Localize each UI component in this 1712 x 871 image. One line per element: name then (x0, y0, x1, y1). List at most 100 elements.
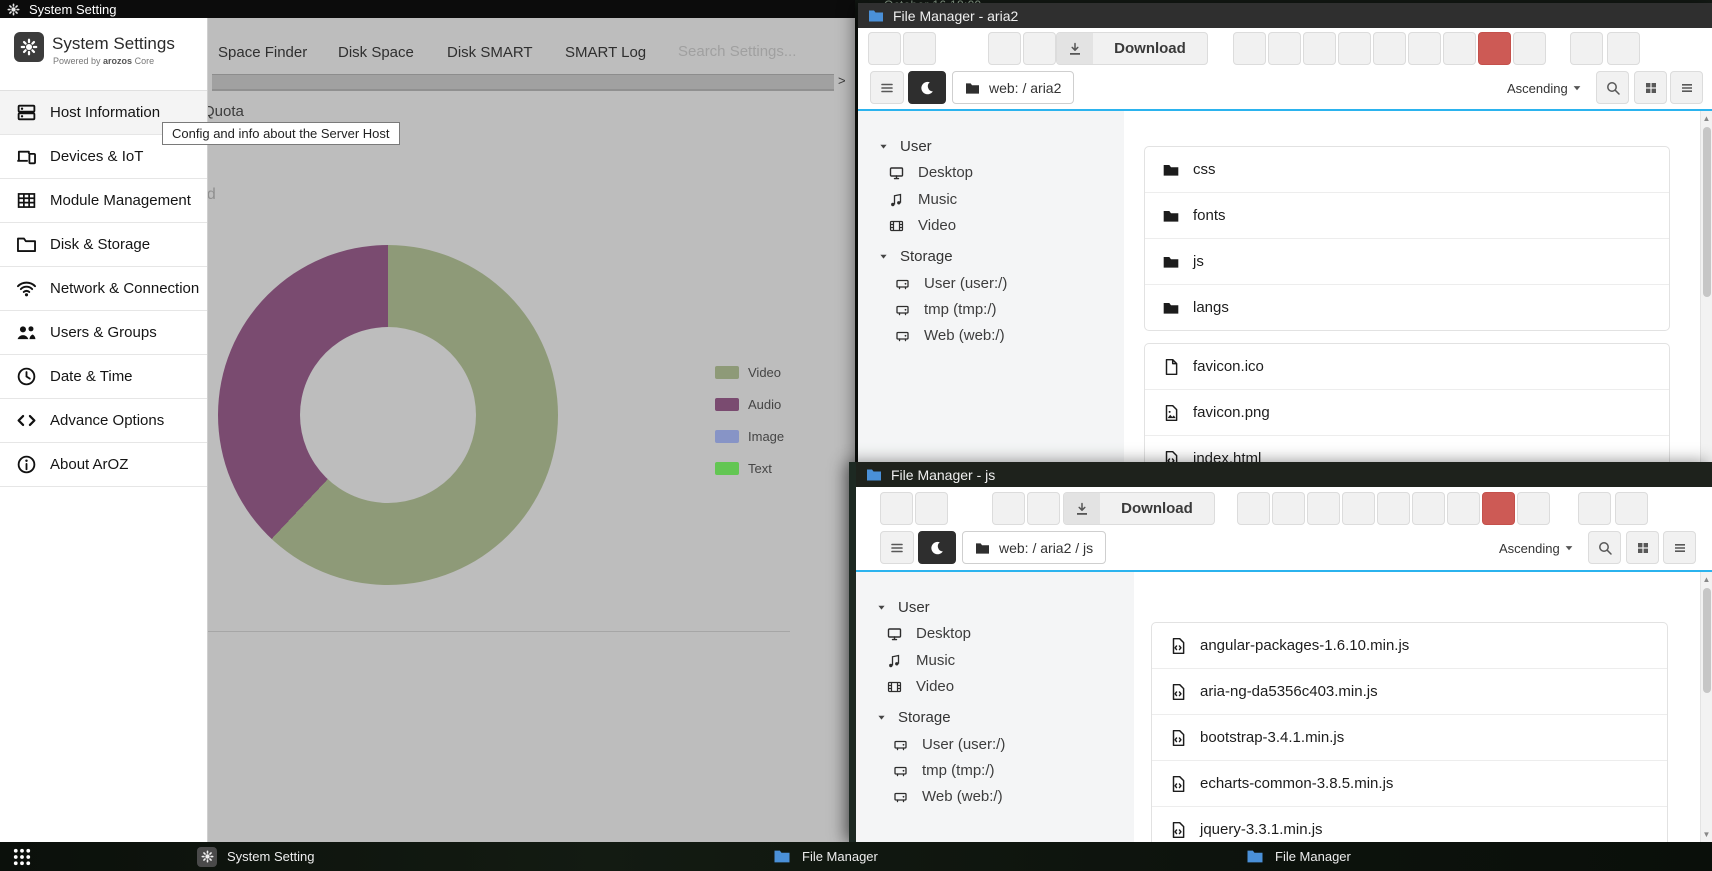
toolbar-button[interactable] (1615, 492, 1648, 525)
folder-row[interactable]: fonts (1145, 193, 1669, 239)
download-button[interactable]: Download (1056, 32, 1208, 65)
apps-grid-button[interactable] (12, 842, 32, 871)
settings-nav-item[interactable]: Advance Options (0, 399, 207, 443)
toolbar-button[interactable] (1338, 32, 1371, 65)
tree-item[interactable]: Music (888, 191, 957, 208)
settings-nav-item[interactable]: Disk & Storage (0, 223, 207, 267)
tree-section-header[interactable]: Storage (878, 248, 953, 265)
window-control[interactable] (1690, 469, 1702, 481)
scrollbar-thumb[interactable] (1703, 127, 1711, 297)
scroll-up-icon[interactable]: ▲ (1701, 114, 1712, 123)
settings-nav-item[interactable]: Date & Time (0, 355, 207, 399)
window-control[interactable] (1630, 469, 1642, 481)
toolbar-button[interactable] (880, 492, 913, 525)
file-row[interactable]: jquery-3.3.1.min.js (1152, 807, 1667, 842)
toolbar-button[interactable] (1607, 32, 1640, 65)
menu-button[interactable] (880, 531, 914, 564)
folder-row[interactable]: js (1145, 239, 1669, 285)
toolbar-button[interactable] (1268, 32, 1301, 65)
tab-disk-space[interactable]: Disk Space (338, 44, 414, 61)
tree-item[interactable]: tmp (tmp:/) (892, 762, 995, 779)
window-control[interactable] (1660, 469, 1672, 481)
caret-down-icon[interactable] (1571, 82, 1583, 94)
system-settings-titlebar[interactable]: System Setting (0, 0, 855, 18)
tree-section-header[interactable]: Storage (876, 709, 951, 726)
toolbar-button[interactable] (1482, 492, 1515, 525)
settings-nav-item[interactable]: Users & Groups (0, 311, 207, 355)
caret-down-icon[interactable] (1563, 542, 1575, 554)
tree-item[interactable]: tmp (tmp:/) (894, 301, 997, 318)
tab-space-finder[interactable]: Space Finder (218, 44, 307, 61)
toolbar-button[interactable] (1408, 32, 1441, 65)
toolbar-button[interactable] (868, 32, 901, 65)
tree-item[interactable]: Video (888, 217, 956, 234)
settings-nav-item[interactable]: About ArOZ (0, 443, 207, 487)
toolbar-button[interactable] (1377, 492, 1410, 525)
toolbar-button[interactable] (988, 32, 1021, 65)
sort-order-label[interactable]: Ascending (1499, 541, 1560, 556)
toolbar-button[interactable] (1237, 492, 1270, 525)
toolbar-button[interactable] (1478, 32, 1511, 65)
vertical-scrollbar[interactable]: ▲ ▼ (1700, 572, 1712, 842)
taskbar-item-file-manager-2[interactable]: File Manager (1245, 842, 1351, 871)
file-row[interactable]: aria-ng-da5356c403.min.js (1152, 669, 1667, 715)
toolbar-button[interactable] (1303, 32, 1336, 65)
tree-item[interactable]: Desktop (886, 625, 971, 642)
tab-disk-smart[interactable]: Disk SMART (447, 44, 533, 61)
folder-row[interactable]: css (1145, 147, 1669, 193)
list-view-button[interactable] (1663, 531, 1696, 564)
search-button[interactable] (1588, 531, 1621, 564)
theme-toggle-button[interactable] (908, 71, 946, 104)
search-settings-input[interactable] (676, 42, 798, 61)
toolbar-button[interactable] (1447, 492, 1480, 525)
settings-nav-item[interactable]: Network & Connection (0, 267, 207, 311)
fm-js-titlebar[interactable]: File Manager - js (856, 462, 1712, 487)
tree-section-header[interactable]: User (878, 138, 932, 155)
tab-scrollbar[interactable] (212, 74, 834, 91)
toolbar-button[interactable] (1412, 492, 1445, 525)
tree-item[interactable]: Music (886, 652, 955, 669)
sort-order-label[interactable]: Ascending (1507, 81, 1568, 96)
toolbar-button[interactable] (1443, 32, 1476, 65)
toolbar-button[interactable] (1570, 32, 1603, 65)
fm-aria2-titlebar[interactable]: File Manager - aria2 (858, 3, 1712, 28)
file-row[interactable]: angular-packages-1.6.10.min.js (1152, 623, 1667, 669)
file-row[interactable]: bootstrap-3.4.1.min.js (1152, 715, 1667, 761)
window-control[interactable] (1630, 10, 1642, 22)
toolbar-button[interactable] (1272, 492, 1305, 525)
tree-item[interactable]: Web (web:/) (892, 788, 1003, 805)
toolbar-button[interactable] (1342, 492, 1375, 525)
toolbar-button[interactable] (992, 492, 1025, 525)
toolbar-button[interactable] (1233, 32, 1266, 65)
tree-item[interactable]: Desktop (888, 164, 973, 181)
list-view-button[interactable] (1670, 71, 1703, 104)
scrollbar-thumb[interactable] (1703, 588, 1711, 693)
taskbar-item-system-setting[interactable]: System Setting (197, 842, 314, 871)
scroll-up-icon[interactable]: ▲ (1701, 575, 1712, 584)
menu-button[interactable] (870, 71, 904, 104)
grid-view-button[interactable] (1626, 531, 1659, 564)
theme-toggle-button[interactable] (918, 531, 956, 564)
file-row[interactable]: echarts-common-3.8.5.min.js (1152, 761, 1667, 807)
toolbar-button[interactable] (1023, 32, 1056, 65)
tree-item[interactable]: Web (web:/) (894, 327, 1005, 344)
toolbar-button[interactable] (1307, 492, 1340, 525)
tree-section-header[interactable]: User (876, 599, 930, 616)
breadcrumb[interactable]: web: / aria2 / js (962, 531, 1106, 564)
window-control[interactable] (1690, 10, 1702, 22)
breadcrumb[interactable]: web: / aria2 (952, 71, 1074, 104)
settings-nav-item[interactable]: Module Management (0, 179, 207, 223)
tree-item[interactable]: Video (886, 678, 954, 695)
taskbar-item-file-manager-1[interactable]: File Manager (772, 842, 878, 871)
folder-row[interactable]: langs (1145, 285, 1669, 330)
toolbar-button[interactable] (915, 492, 948, 525)
grid-view-button[interactable] (1634, 71, 1667, 104)
file-row[interactable]: favicon.ico (1145, 344, 1669, 390)
tree-item[interactable]: User (user:/) (894, 275, 1007, 292)
toolbar-button[interactable] (1517, 492, 1550, 525)
chevron-right-icon[interactable]: > (838, 73, 846, 88)
scroll-down-icon[interactable]: ▼ (1701, 830, 1712, 839)
toolbar-button[interactable] (1513, 32, 1546, 65)
window-control[interactable] (1660, 10, 1672, 22)
download-button[interactable]: Download (1063, 492, 1215, 525)
